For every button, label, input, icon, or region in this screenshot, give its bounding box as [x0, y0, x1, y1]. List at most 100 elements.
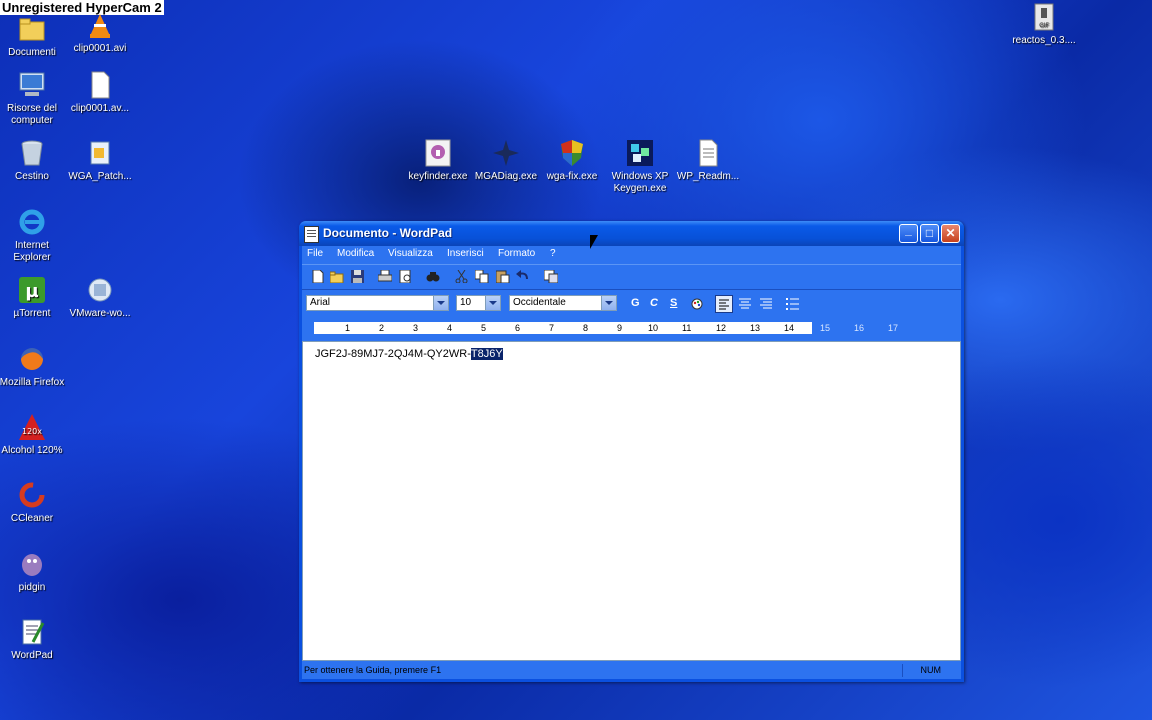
ruler-mark: 3 — [413, 323, 419, 333]
desktop-icon-cestino[interactable]: Cestino — [0, 138, 68, 183]
ruler-mark: 14 — [784, 323, 795, 333]
paste-icon[interactable] — [496, 270, 510, 283]
svg-text:120x: 120x — [22, 427, 42, 436]
desktop-icon-label: WP_Readm... — [676, 171, 740, 182]
document-area[interactable]: JGF2J-89MJ7-2QJ4M-QY2WR-T8J6Y — [302, 341, 961, 661]
color-icon[interactable] — [690, 297, 704, 310]
desktop-icon-clip-avi[interactable]: clip0001.avi — [64, 10, 136, 55]
folder-icon — [17, 14, 47, 44]
desktop-icon-label: reactos_0.3.... — [1012, 35, 1076, 46]
wordpad-doc-icon[interactable] — [304, 226, 319, 243]
desktop-icon-label: Mozilla Firefox — [0, 377, 65, 388]
menu-formato[interactable]: Formato — [498, 248, 535, 259]
title-bar[interactable]: Documento - WordPad _ □ ✕ — [299, 221, 964, 246]
align-left-button[interactable] — [715, 295, 733, 313]
ruler-mark: 1 — [345, 323, 351, 333]
desktop-icon-label: clip0001.avi — [73, 43, 127, 54]
font-name-value: Arial — [310, 297, 331, 308]
vmware-icon — [85, 275, 115, 305]
desktop-icon-label: Internet Explorer — [13, 240, 51, 263]
script-select[interactable]: Occidentale — [509, 295, 617, 311]
datetime-icon[interactable] — [544, 270, 558, 283]
window-body: File Modifica Visualizza Inserisci Forma… — [302, 246, 961, 679]
desktop-icon-firefox[interactable]: Mozilla Firefox — [0, 344, 68, 389]
desktop-icon-utorrent[interactable]: µ µTorrent — [0, 275, 68, 320]
menu-file[interactable]: File — [307, 248, 323, 259]
save-icon[interactable] — [351, 270, 365, 283]
minimize-icon: _ — [905, 223, 912, 237]
desktop-icon-wp-readme[interactable]: WP_Readm... — [672, 138, 744, 183]
underline-button[interactable]: S — [670, 297, 677, 309]
copy-icon[interactable] — [475, 270, 489, 283]
ruler-mark: 6 — [515, 323, 521, 333]
document-text[interactable]: JGF2J-89MJ7-2QJ4M-QY2WR-T8J6Y — [315, 348, 503, 360]
wordpad-icon — [17, 617, 47, 647]
menu-modifica[interactable]: Modifica — [337, 248, 374, 259]
desktop-icon-label: VMware-wo... — [69, 308, 131, 319]
font-size-select[interactable]: 10 — [456, 295, 501, 311]
maximize-icon: □ — [925, 226, 934, 240]
font-name-select[interactable]: Arial — [306, 295, 449, 311]
recycle-bin-icon — [17, 138, 47, 168]
print-preview-icon[interactable] — [399, 270, 413, 283]
ruler[interactable]: 1 2 3 4 5 6 7 8 9 10 11 12 13 14 15 16 1… — [302, 319, 961, 337]
svg-text:GIF: GIF — [1039, 22, 1049, 29]
menu-help[interactable]: ? — [550, 248, 556, 259]
document-text-selected: T8J6Y — [470, 348, 503, 360]
ruler-strip — [314, 322, 812, 334]
patch-icon — [85, 138, 115, 168]
desktop-icon-documenti[interactable]: Documenti — [0, 14, 68, 59]
new-icon[interactable] — [311, 270, 325, 283]
desktop-icon-label: Cestino — [15, 171, 49, 182]
desktop-icon-wga-patch[interactable]: WGA_Patch... — [64, 138, 136, 183]
minimize-button[interactable]: _ — [899, 223, 918, 243]
firefox-icon — [17, 344, 47, 374]
print-icon[interactable] — [378, 270, 392, 283]
close-button[interactable]: ✕ — [941, 224, 960, 243]
bold-button[interactable]: G — [631, 297, 640, 309]
desktop-icon-label: WordPad — [11, 650, 53, 661]
desktop-icon-risorse[interactable]: Risorse del computer — [0, 70, 68, 127]
ruler-mark: 13 — [750, 323, 761, 333]
ruler-mark: 4 — [447, 323, 453, 333]
maximize-button[interactable]: □ — [920, 224, 939, 243]
mouse-cursor-icon — [590, 235, 598, 249]
open-icon[interactable] — [330, 270, 344, 283]
desktop-icon-clip-av[interactable]: clip0001.av... — [64, 70, 136, 115]
desktop-icon-label: wga-fix.exe — [546, 171, 598, 182]
desktop-icon-ie[interactable]: Internet Explorer — [0, 207, 68, 264]
cut-icon[interactable] — [455, 270, 469, 283]
desktop-icon-label: CCleaner — [10, 513, 54, 524]
menu-inserisci[interactable]: Inserisci — [447, 248, 484, 259]
desktop-icon-ccleaner[interactable]: CCleaner — [0, 480, 68, 525]
desktop-icon-wordpad[interactable]: WordPad — [0, 617, 68, 662]
desktop-icon-keygen[interactable]: Windows XP Keygen.exe — [604, 138, 676, 195]
align-right-icon[interactable] — [759, 297, 773, 310]
menu-bar: File Modifica Visualizza Inserisci Forma… — [302, 246, 961, 262]
desktop-icon-mgadiag[interactable]: MGADiag.exe — [470, 138, 542, 183]
ruler-mark: 2 — [379, 323, 385, 333]
desktop-icon-keyfinder[interactable]: keyfinder.exe — [402, 138, 474, 183]
script-value: Occidentale — [513, 297, 566, 308]
chevron-down-icon[interactable] — [433, 296, 448, 310]
desktop-icon-reactos[interactable]: GIF reactos_0.3.... — [1008, 2, 1080, 47]
desktop-icon-vmware[interactable]: VMware-wo... — [64, 275, 136, 320]
undo-icon[interactable] — [516, 270, 530, 283]
desktop-icon-alcohol[interactable]: 120x Alcohol 120% — [0, 412, 68, 457]
desktop-icon-wga-fix[interactable]: wga-fix.exe — [536, 138, 608, 183]
menu-visualizza[interactable]: Visualizza — [388, 248, 433, 259]
desktop-icon-label: MGADiag.exe — [474, 171, 538, 182]
desktop-icon-pidgin[interactable]: pidgin — [0, 549, 68, 594]
chevron-down-icon[interactable] — [601, 296, 616, 310]
chevron-down-icon[interactable] — [485, 296, 500, 310]
archive-icon: GIF — [1029, 2, 1059, 32]
align-center-icon[interactable] — [738, 297, 752, 310]
italic-button[interactable]: C — [650, 297, 658, 309]
pidgin-icon — [17, 549, 47, 579]
ccleaner-icon — [17, 480, 47, 510]
find-icon[interactable] — [426, 270, 440, 283]
keyfinder-icon — [423, 138, 453, 168]
wordpad-window[interactable]: Documento - WordPad _ □ ✕ File Modifica … — [299, 221, 964, 682]
status-bar: Per ottenere la Guida, premere F1 NUM — [302, 662, 961, 679]
bullets-icon[interactable] — [786, 297, 800, 310]
